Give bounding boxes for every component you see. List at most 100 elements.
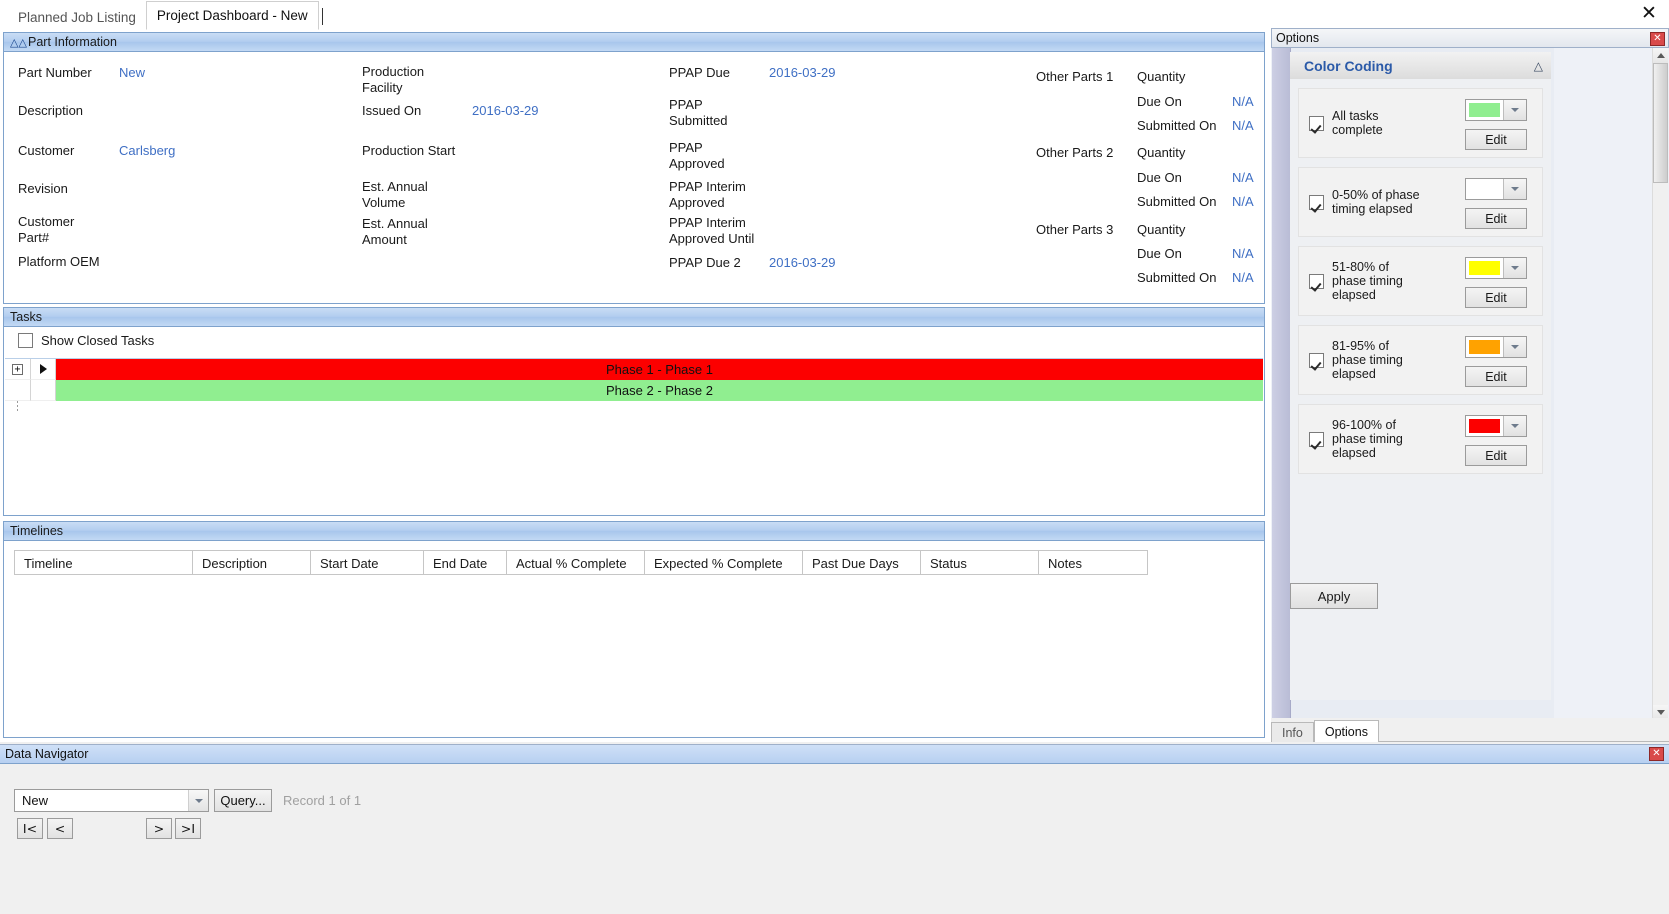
other-parts-1-label: Other Parts 1 — [1036, 69, 1114, 84]
column-header-expected-pct-complete[interactable]: Expected % Complete — [644, 550, 802, 575]
color-picker[interactable] — [1465, 336, 1527, 358]
other-parts-3-value-due-on[interactable]: N/A — [1232, 246, 1254, 262]
color-coding-item-row[interactable]: 51-80% of phase timing elapsed — [1309, 247, 1459, 315]
other-parts-2-value-due-on[interactable]: N/A — [1232, 170, 1254, 186]
data-navigator-close-icon[interactable]: ✕ — [1649, 747, 1664, 761]
record-select[interactable]: New — [14, 789, 209, 812]
apply-button[interactable]: Apply — [1290, 583, 1378, 609]
color-coding-title: Color Coding — [1304, 57, 1393, 74]
task-row[interactable]: + Phase 1 - Phase 1 — [5, 359, 1263, 380]
field-value-customer[interactable]: Carlsberg — [119, 143, 175, 159]
column-header-past-due-days[interactable]: Past Due Days — [802, 550, 920, 575]
scroll-up-icon[interactable] — [1653, 48, 1668, 63]
chevron-down-icon[interactable] — [1503, 416, 1526, 436]
chevron-down-icon[interactable] — [1503, 100, 1526, 120]
task-phase-bar[interactable]: Phase 2 - Phase 2 — [56, 380, 1263, 401]
query-button[interactable]: Query... — [214, 789, 272, 812]
chevron-up-icon[interactable]: △ — [1534, 59, 1543, 73]
edit-button[interactable]: Edit — [1465, 366, 1527, 387]
show-closed-tasks-checkbox[interactable] — [18, 333, 33, 348]
column-header-end-date[interactable]: End Date — [423, 550, 506, 575]
other-parts-2-value-submitted-on[interactable]: N/A — [1232, 194, 1254, 210]
color-swatch[interactable] — [1469, 103, 1500, 117]
color-coding-checkbox[interactable] — [1309, 273, 1324, 289]
chevron-up-icon[interactable]: △△ — [10, 36, 27, 49]
column-header-actual-pct-complete[interactable]: Actual % Complete — [506, 550, 644, 575]
show-closed-tasks-label: Show Closed Tasks — [41, 333, 155, 348]
color-coding-item-row[interactable]: 0-50% of phase timing elapsed — [1309, 168, 1459, 236]
options-panel-close-icon[interactable]: ✕ — [1650, 32, 1665, 46]
options-panel-scrollbar[interactable] — [1652, 48, 1668, 720]
field-value-ppap-due[interactable]: 2016-03-29 — [769, 65, 836, 81]
part-information-header[interactable]: △△ Part Information — [4, 33, 1264, 52]
color-coding-item-row[interactable]: 81-95% of phase timing elapsed — [1309, 326, 1459, 394]
color-swatch[interactable] — [1469, 419, 1500, 433]
field-label-ppap-due: PPAP Due — [669, 65, 730, 80]
color-swatch[interactable] — [1469, 182, 1500, 196]
options-panel: Options ✕ Color Coding △ All tasks compl… — [1271, 28, 1669, 742]
other-parts-1-label-due-on: Due On — [1137, 94, 1182, 109]
tab-options[interactable]: Options — [1313, 720, 1379, 742]
task-expander-cell[interactable]: + — [5, 359, 31, 380]
tabstrip-filler — [1378, 721, 1669, 742]
color-swatch[interactable] — [1469, 261, 1500, 275]
color-coding-checkbox[interactable] — [1309, 352, 1324, 368]
chevron-down-icon[interactable] — [188, 790, 208, 811]
scrollbar-thumb[interactable] — [1653, 63, 1668, 183]
edit-button[interactable]: Edit — [1465, 208, 1527, 229]
close-icon[interactable]: ✕ — [1637, 3, 1661, 25]
color-picker[interactable] — [1465, 257, 1527, 279]
task-phase-label: Phase 2 - Phase 2 — [606, 383, 713, 398]
column-header-description[interactable]: Description — [192, 550, 310, 575]
field-label-est-annual-amount: Est. Annual Amount — [362, 216, 428, 247]
part-information-group: △△ Part Information Part Number New Desc… — [3, 32, 1265, 304]
field-value-ppap-due-2[interactable]: 2016-03-29 — [769, 255, 836, 271]
color-picker[interactable] — [1465, 99, 1527, 121]
expand-icon[interactable]: + — [12, 363, 23, 375]
color-coding-checkbox[interactable] — [1309, 194, 1324, 210]
column-header-notes[interactable]: Notes — [1038, 550, 1148, 575]
other-parts-3-value-submitted-on[interactable]: N/A — [1232, 270, 1254, 286]
field-value-part-number[interactable]: New — [119, 65, 145, 81]
color-coding-item-0-50-pct: 0-50% of phase timing elapsed Edit — [1298, 167, 1543, 237]
application-window: Planned Job Listing Project Dashboard - … — [0, 0, 1669, 914]
next-record-button[interactable]: > — [146, 818, 172, 839]
tasks-header: Tasks — [4, 308, 1264, 327]
tab-project-dashboard-new[interactable]: Project Dashboard - New — [145, 1, 319, 30]
timelines-group: Timelines Timeline Description Start Dat… — [3, 521, 1265, 738]
field-label-revision: Revision — [18, 181, 68, 196]
color-coding-checkbox[interactable] — [1309, 115, 1324, 131]
tab-planned-job-listing[interactable]: Planned Job Listing — [8, 5, 146, 30]
color-coding-section-header[interactable]: Color Coding △ — [1290, 52, 1551, 79]
task-phase-bar[interactable]: Phase 1 - Phase 1 — [56, 359, 1263, 380]
edit-button[interactable]: Edit — [1465, 445, 1527, 466]
color-coding-checkbox[interactable] — [1309, 431, 1324, 447]
tasks-grid[interactable]: + Phase 1 - Phase 1 Phase 2 - Phase 2 — [5, 358, 1263, 514]
color-coding-item-row[interactable]: All tasks complete — [1309, 89, 1459, 157]
previous-record-button[interactable]: < — [47, 818, 73, 839]
task-expander-cell — [5, 380, 31, 413]
tab-info[interactable]: Info — [1271, 722, 1314, 742]
color-coding-item-row[interactable]: 96-100% of phase timing elapsed — [1309, 405, 1459, 473]
chevron-down-icon[interactable] — [1503, 258, 1526, 278]
edit-button[interactable]: Edit — [1465, 129, 1527, 150]
chevron-down-icon[interactable] — [1503, 179, 1526, 199]
field-label-ppap-approved: PPAP Approved — [669, 140, 725, 171]
last-record-button[interactable]: >I — [175, 818, 201, 839]
show-closed-tasks-row[interactable]: Show Closed Tasks — [18, 333, 154, 348]
timelines-header: Timelines — [4, 522, 1264, 541]
task-row[interactable]: Phase 2 - Phase 2 — [5, 380, 1263, 413]
color-swatch[interactable] — [1469, 340, 1500, 354]
other-parts-1-value-submitted-on[interactable]: N/A — [1232, 118, 1254, 134]
first-record-button[interactable]: I< — [17, 818, 43, 839]
chevron-down-icon[interactable] — [1503, 337, 1526, 357]
color-picker[interactable] — [1465, 415, 1527, 437]
field-value-issued-on[interactable]: 2016-03-29 — [472, 103, 539, 119]
column-header-timeline[interactable]: Timeline — [14, 550, 192, 575]
color-picker[interactable] — [1465, 178, 1527, 200]
column-header-start-date[interactable]: Start Date — [310, 550, 423, 575]
edit-button[interactable]: Edit — [1465, 287, 1527, 308]
column-header-status[interactable]: Status — [920, 550, 1038, 575]
other-parts-1-label-quantity: Quantity — [1137, 69, 1186, 84]
other-parts-1-value-due-on[interactable]: N/A — [1232, 94, 1254, 110]
